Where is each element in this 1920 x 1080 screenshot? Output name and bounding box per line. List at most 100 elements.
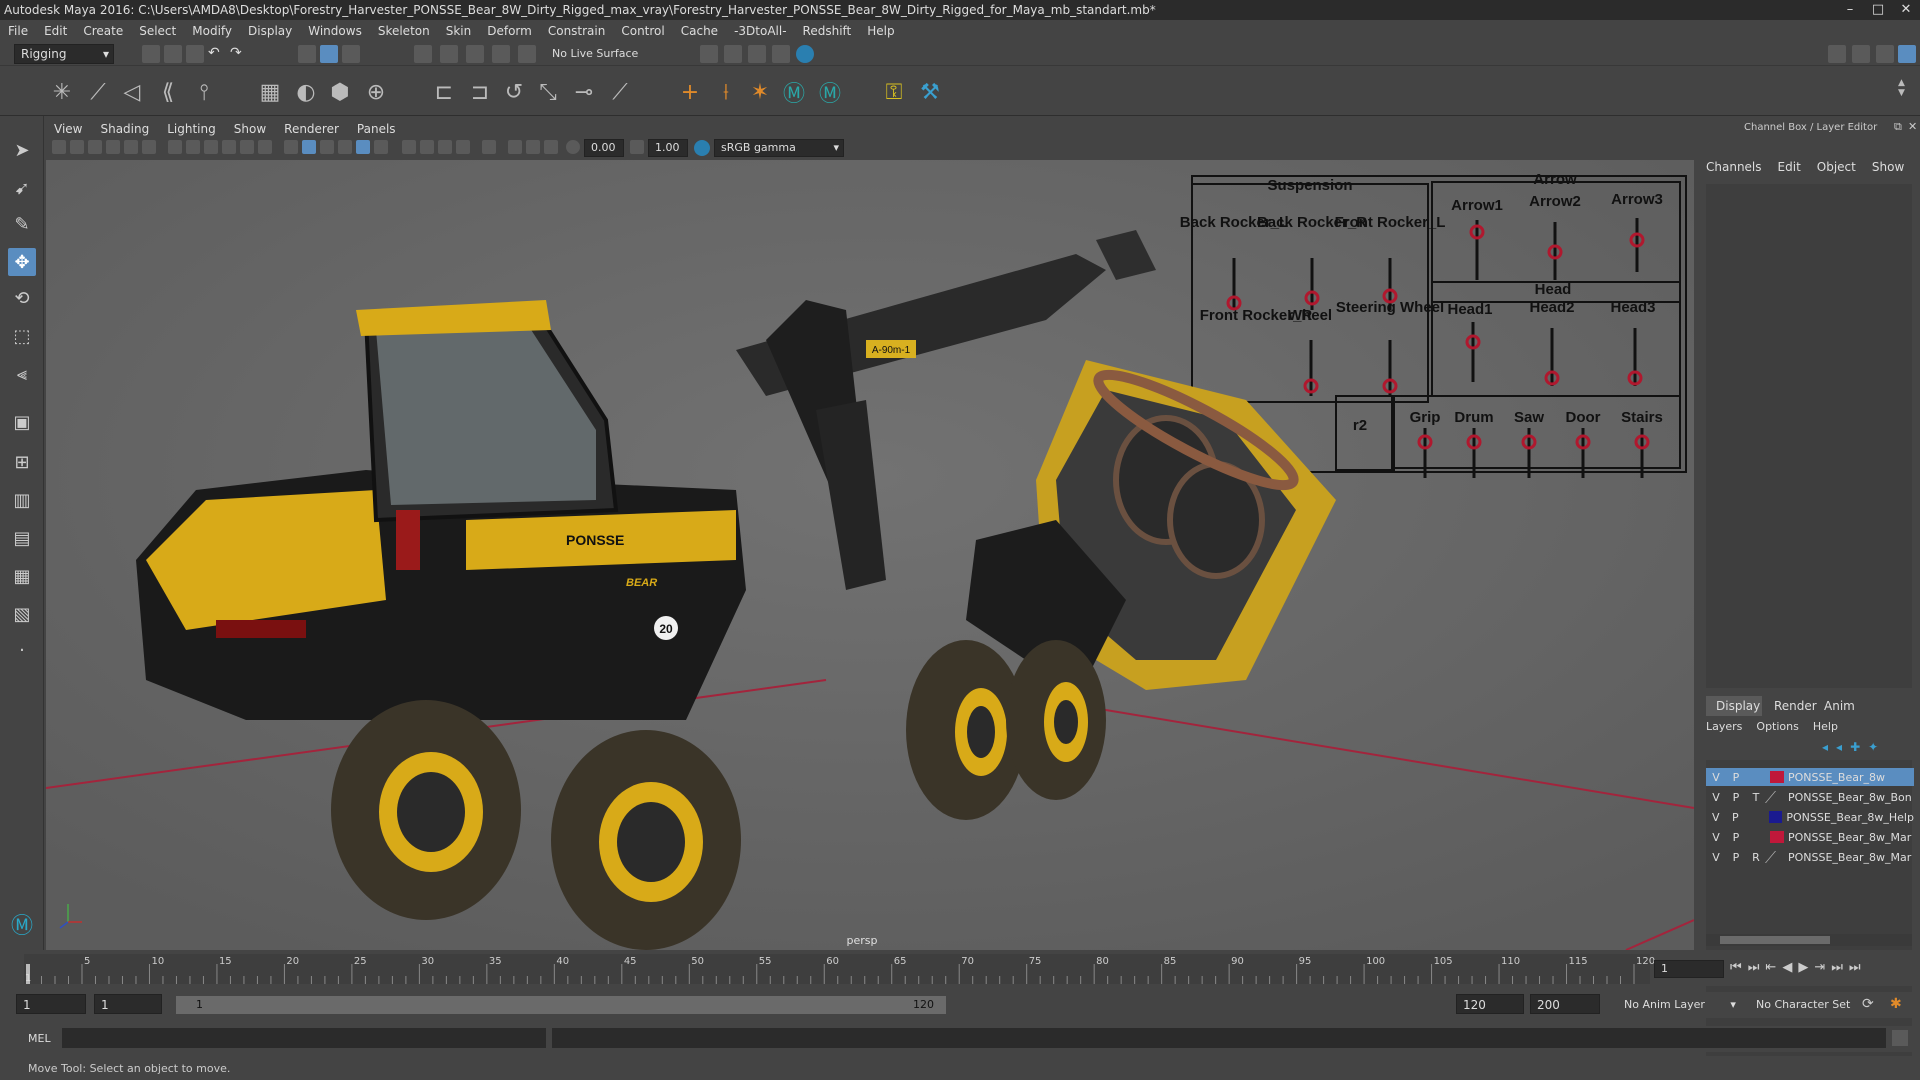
xray-joints-icon[interactable] bbox=[526, 140, 540, 154]
minimize-button[interactable]: – bbox=[1836, 0, 1864, 20]
select-hierarchy-icon[interactable] bbox=[298, 45, 316, 63]
menu-edit[interactable]: Edit bbox=[44, 24, 67, 38]
layer-display-type[interactable]: R bbox=[1746, 851, 1766, 864]
parent-constraint-icon[interactable]: ⊏ bbox=[430, 78, 458, 106]
layer-row[interactable]: V P T PONSSE_Bear_8w_Bon bbox=[1706, 788, 1914, 806]
hik-character-icon[interactable]: Ⓜ bbox=[816, 78, 844, 107]
lasso-tool-icon[interactable]: ➹ bbox=[8, 174, 36, 202]
shadows-icon[interactable] bbox=[402, 140, 416, 154]
menu-skeleton[interactable]: Skeleton bbox=[378, 24, 430, 38]
hypershade-layout-icon[interactable]: ▦ bbox=[8, 562, 36, 590]
aim-constraint-icon[interactable]: ⊸ bbox=[570, 78, 598, 106]
layer-color-swatch[interactable] bbox=[1770, 831, 1784, 843]
cluster-icon[interactable]: ⊕ bbox=[362, 78, 390, 106]
antialiasing-icon[interactable] bbox=[456, 140, 470, 154]
menu-deform[interactable]: Deform bbox=[487, 24, 532, 38]
pole-vector-icon[interactable]: ⟋ bbox=[606, 78, 634, 106]
safe-action-icon[interactable] bbox=[258, 140, 272, 154]
menu-constrain[interactable]: Constrain bbox=[548, 24, 606, 38]
vp-menu-shading[interactable]: Shading bbox=[100, 122, 149, 136]
scene-canvas[interactable]: Suspension Back Rocker_L Back Rocker_R F… bbox=[45, 160, 1695, 951]
mode-dropdown[interactable]: Rigging ▾ bbox=[14, 44, 114, 64]
hypershade-icon[interactable] bbox=[772, 45, 790, 63]
menu-cache[interactable]: Cache bbox=[681, 24, 718, 38]
layer-playback[interactable]: P bbox=[1726, 771, 1746, 784]
smooth-shade-icon[interactable] bbox=[302, 140, 316, 154]
render-icon[interactable] bbox=[700, 45, 718, 63]
modeling-toolkit-icon[interactable] bbox=[1828, 45, 1846, 63]
layer-name[interactable]: PONSSE_Bear_8w_Bon bbox=[1788, 791, 1912, 804]
step-forward-key-icon[interactable]: ⏭ bbox=[1831, 960, 1843, 975]
scale-tool-icon[interactable]: ⬚ bbox=[8, 322, 36, 350]
layer-row[interactable]: V P PONSSE_Bear_8w bbox=[1706, 768, 1914, 786]
layer-visibility[interactable]: V bbox=[1706, 851, 1726, 864]
isolate-select-icon[interactable] bbox=[482, 140, 496, 154]
layout-icon[interactable]: ▧ bbox=[8, 600, 36, 628]
layer-visibility[interactable]: V bbox=[1706, 771, 1726, 784]
motion-blur-icon[interactable] bbox=[438, 140, 452, 154]
menu-redshift[interactable]: Redshift bbox=[803, 24, 852, 38]
film-gate-icon[interactable] bbox=[186, 140, 200, 154]
menu-help[interactable]: Help bbox=[867, 24, 894, 38]
wireframe-icon[interactable] bbox=[284, 140, 298, 154]
layer-color-swatch[interactable] bbox=[1768, 811, 1783, 823]
layer-row[interactable]: V P PONSSE_Bear_8w_Mar bbox=[1706, 828, 1914, 846]
redo-icon[interactable]: ↷ bbox=[230, 45, 248, 63]
color-space-dropdown[interactable]: sRGB gamma ▾ bbox=[714, 139, 844, 157]
layer-menu-help[interactable]: Help bbox=[1813, 720, 1838, 733]
lights-icon[interactable] bbox=[374, 140, 388, 154]
layer-menu-layers[interactable]: Layers bbox=[1706, 720, 1742, 733]
hik-icon[interactable]: Ⓜ bbox=[780, 78, 808, 107]
tab-render[interactable]: Render bbox=[1774, 699, 1817, 713]
layer-color-swatch[interactable] bbox=[1764, 851, 1790, 863]
snap-surface-icon[interactable] bbox=[518, 45, 536, 63]
close-button[interactable]: ✕ bbox=[1892, 0, 1920, 20]
gamma-field[interactable]: 1.00 bbox=[648, 139, 688, 157]
layer-visibility[interactable]: V bbox=[1706, 791, 1726, 804]
vp-menu-panels[interactable]: Panels bbox=[357, 122, 396, 136]
step-forward-frame-icon[interactable]: ⇥ bbox=[1814, 960, 1825, 975]
insert-joint-icon[interactable]: ⟋ bbox=[84, 78, 112, 106]
move-layer-up-icon[interactable]: ◂ bbox=[1822, 740, 1828, 754]
layer-row[interactable]: V P PONSSE_Bear_8w_Help bbox=[1706, 808, 1914, 826]
last-tool-icon[interactable]: ⫷ bbox=[8, 360, 36, 388]
exposure-icon[interactable] bbox=[566, 140, 580, 154]
start-time-field[interactable]: 1 bbox=[16, 994, 86, 1014]
cb-menu-channels[interactable]: Channels bbox=[1706, 160, 1762, 174]
go-to-end-icon[interactable]: ⏭ bbox=[1849, 960, 1861, 975]
range-slider[interactable]: 1 120 bbox=[176, 996, 946, 1014]
menu-skin[interactable]: Skin bbox=[446, 24, 472, 38]
layer-visibility[interactable]: V bbox=[1706, 831, 1726, 844]
paint-select-icon[interactable]: ✎ bbox=[8, 210, 36, 238]
auto-key-icon[interactable]: ⟳ bbox=[1862, 996, 1874, 1012]
layer-color-swatch[interactable] bbox=[1770, 771, 1784, 783]
paint-weights-icon[interactable]: ◐ bbox=[292, 78, 320, 106]
vp-menu-lighting[interactable]: Lighting bbox=[167, 122, 216, 136]
menu-select[interactable]: Select bbox=[139, 24, 176, 38]
layer-name[interactable]: PONSSE_Bear_8w_Help bbox=[1786, 811, 1914, 824]
maximize-button[interactable]: □ bbox=[1864, 0, 1892, 20]
current-frame-field[interactable]: 1 bbox=[1654, 960, 1724, 978]
menu-display[interactable]: Display bbox=[248, 24, 292, 38]
grid-icon[interactable] bbox=[168, 140, 182, 154]
menu-file[interactable]: File bbox=[8, 24, 28, 38]
snap-point-icon[interactable] bbox=[466, 45, 484, 63]
layer-visibility[interactable]: V bbox=[1706, 811, 1726, 824]
script-editor-icon[interactable] bbox=[1892, 1030, 1908, 1046]
end-time-field[interactable]: 200 bbox=[1530, 994, 1600, 1014]
attribute-editor-icon[interactable] bbox=[1852, 45, 1870, 63]
layer-playback[interactable]: P bbox=[1726, 851, 1746, 864]
command-input[interactable] bbox=[62, 1028, 546, 1048]
layer-display-type[interactable]: T bbox=[1746, 791, 1766, 804]
2d-pan-icon[interactable] bbox=[124, 140, 138, 154]
bind-skin-icon[interactable]: ▦ bbox=[256, 78, 284, 106]
xray-icon[interactable] bbox=[508, 140, 522, 154]
point-constraint-icon[interactable]: ⊐ bbox=[466, 78, 494, 106]
layer-playback[interactable]: P bbox=[1726, 811, 1746, 824]
persp-graph-icon[interactable]: ▤ bbox=[8, 524, 36, 552]
xray-components-icon[interactable] bbox=[544, 140, 558, 154]
render-settings-icon[interactable] bbox=[748, 45, 766, 63]
playback-start-field[interactable]: 1 bbox=[94, 994, 162, 1014]
image-plane-icon[interactable] bbox=[106, 140, 120, 154]
undo-icon[interactable]: ↶ bbox=[208, 45, 226, 63]
